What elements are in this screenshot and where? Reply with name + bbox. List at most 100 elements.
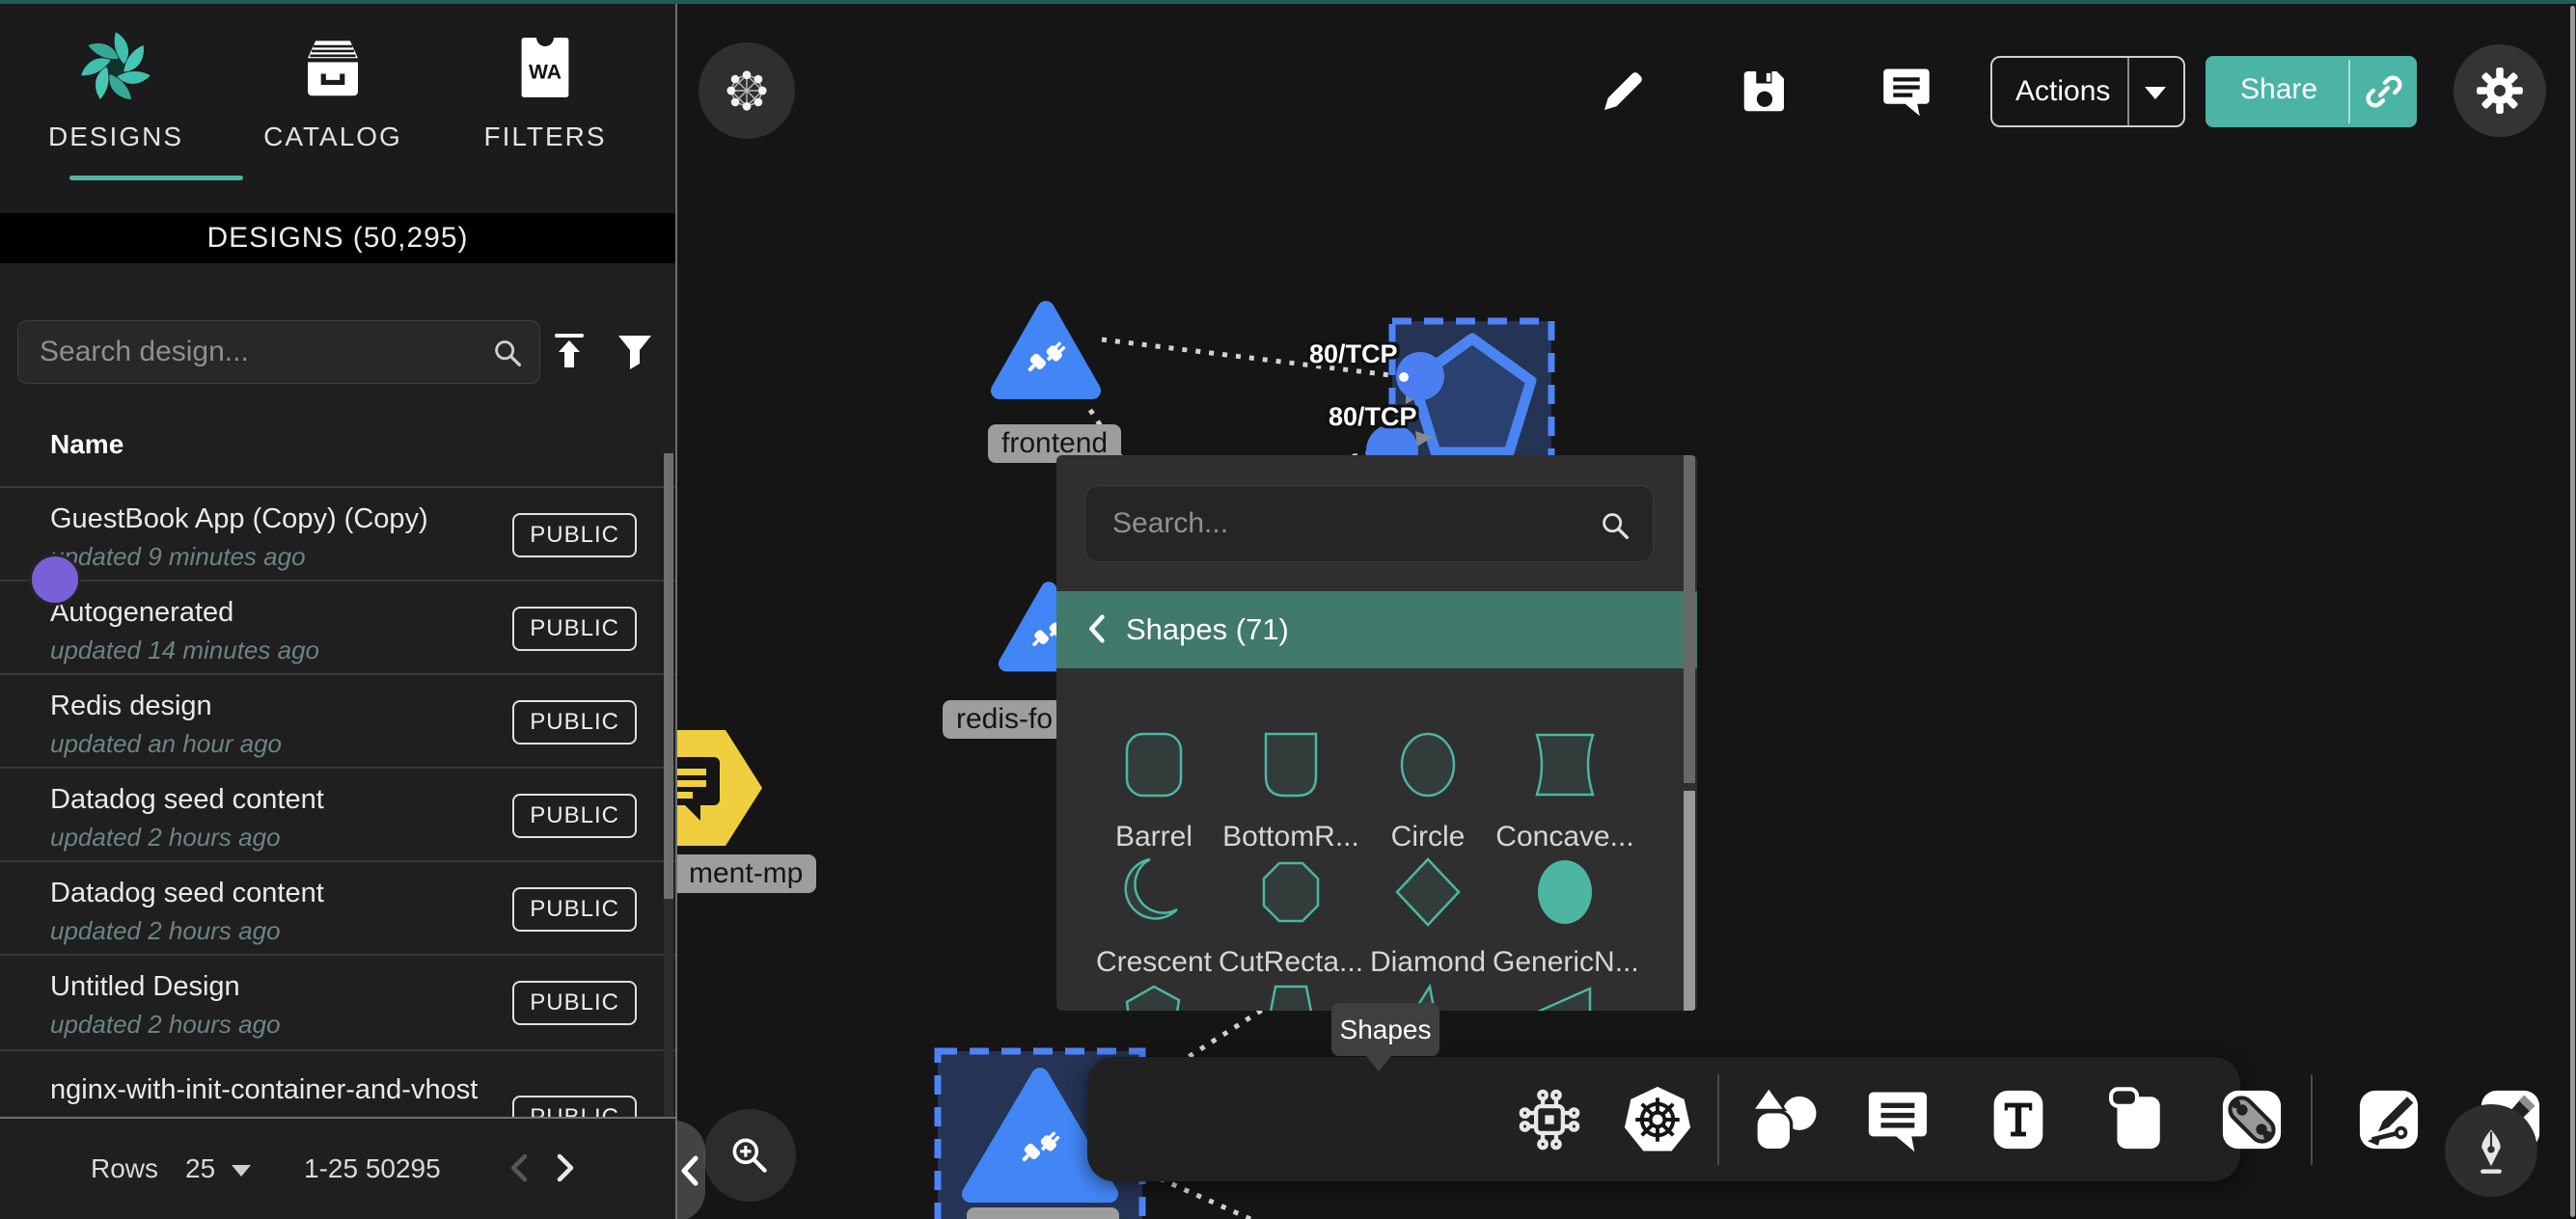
save-icon[interactable] [1736,62,1794,120]
back-chevron-icon[interactable] [1080,610,1116,647]
zoom-in-icon [726,1131,774,1179]
design-name: GuestBook App (Copy) (Copy) [50,503,428,535]
filter-funnel-icon[interactable] [612,328,658,374]
node-frontend-triangle[interactable] [986,292,1106,415]
shape-diamond-icon[interactable] [1387,852,1468,933]
share-divider [2348,60,2350,123]
shape-clipped-icon[interactable] [1524,979,1605,1011]
dock-text-button[interactable] [1980,1077,2057,1162]
visibility-badge: PUBLIC [512,700,637,745]
design-row[interactable]: Datadog seed content updated 2 hours ago… [0,767,675,860]
dock-pen-tool-button[interactable] [2350,1077,2427,1162]
visualize-mode-button[interactable] [699,42,795,139]
grid-scrollbar-thumb[interactable] [1684,791,1695,1011]
design-row[interactable]: Redis design updated an hour ago PUBLIC [0,673,675,767]
design-name: nginx-with-init-container-and-vhost [50,1074,478,1106]
shape-label: Barrel [1082,821,1226,853]
design-row[interactable]: Untitled Design updated 2 hours ago PUBL… [0,954,675,1049]
share-button[interactable]: Share [2206,56,2417,127]
actions-caret-icon[interactable] [2145,87,2166,99]
design-row[interactable]: GuestBook App (Copy) (Copy) updated 9 mi… [0,486,675,580]
edit-pencil-icon[interactable] [1595,62,1653,120]
sidebar-tabstrip: DESIGNS CATALOG WA FILTERS [0,0,675,213]
design-canvas[interactable]: frontend redis-fo ment-mp 80/TCP 80/ [675,0,2576,1219]
panel-scrollbar-thumb[interactable] [1684,455,1695,783]
shapes-panel: Shapes (71) Barrel BottomR... Circle Con… [1056,455,1697,1011]
dock-divider [2311,1074,2313,1165]
edge-label: 80/TCP [1309,339,1398,369]
design-pen-button[interactable] [2445,1104,2537,1197]
shape-barrel-icon[interactable] [1113,724,1194,805]
tooltip-text: Shapes [1340,1015,1432,1044]
visibility-badge: PUBLIC [512,1096,637,1117]
sidebar-title: DESIGNS (50,295) [0,213,675,263]
collapse-sidebar-button[interactable] [675,1121,705,1219]
tab-filters-label: FILTERS [468,122,622,152]
shape-concave-icon[interactable] [1524,724,1605,805]
tab-filters[interactable]: WA FILTERS [468,27,622,181]
shape-cutrectangle-icon[interactable] [1250,852,1331,933]
rows-per-page-caret-icon[interactable] [232,1165,251,1177]
dock-kubernetes-button[interactable] [1619,1077,1696,1162]
visibility-badge: PUBLIC [512,981,637,1025]
shapes-search-input[interactable] [1112,486,1595,561]
pagination-bar: Rows 25 1-25 50295 [0,1117,675,1219]
card-note-icon [2100,1083,2174,1156]
shape-bottomround-icon[interactable] [1250,724,1331,805]
rows-per-page-label: Rows [91,1153,158,1184]
settings-button[interactable] [2453,44,2546,137]
node-comment-arrow[interactable] [675,726,764,850]
shape-clipped-icon[interactable] [1250,979,1331,1011]
design-row[interactable]: nginx-with-init-container-and-vhost PUBL… [0,1049,675,1117]
design-updated: updated 2 hours ago [50,916,281,946]
dock-shapes-button[interactable] [1746,1077,1823,1162]
comment-icon[interactable] [1877,62,1935,120]
actions-button[interactable]: Actions [1990,56,2185,127]
import-design-icon[interactable] [546,328,592,374]
dock-divider [1717,1074,1719,1165]
actions-divider [2127,58,2129,125]
visibility-badge: PUBLIC [512,607,637,651]
shapes-tooltip: Shapes [1331,1003,1439,1056]
dock-comment-button[interactable] [1859,1077,1936,1162]
edge-label: 80/TCP [1329,402,1417,432]
tab-designs-label: DESIGNS [39,122,193,152]
next-page-icon[interactable] [546,1150,583,1186]
share-link-icon[interactable] [2362,69,2406,114]
zoom-in-button[interactable] [703,1109,796,1202]
page-scrollbar[interactable] [2570,6,2575,1217]
design-row[interactable]: Autogenerated updated 14 minutes ago PUB… [0,580,675,673]
tab-designs[interactable]: DESIGNS [39,27,193,181]
design-updated: updated an hour ago [50,729,282,759]
meshery-spiral-icon [75,27,156,108]
design-name: Redis design [50,691,212,722]
shape-circle-icon[interactable] [1387,724,1468,805]
shape-label: Diamond [1356,946,1500,979]
rows-per-page-select[interactable]: 25 [185,1153,215,1184]
design-search-input[interactable] [40,321,493,383]
dock-note-button[interactable] [2098,1077,2176,1162]
sidebar-scrollbar-thumb[interactable] [664,453,673,899]
shape-genericnode-icon[interactable] [1524,852,1605,933]
visibility-badge: PUBLIC [512,513,637,557]
search-icon [1597,507,1633,544]
shape-clipped-icon[interactable] [1113,979,1194,1011]
shapes-category-header[interactable]: Shapes (71) [1056,591,1697,668]
column-header-name: Name [50,429,123,460]
design-row[interactable]: Datadog seed content updated 2 hours ago… [0,860,675,954]
dock-components-button[interactable] [1511,1077,1588,1162]
component-chip-icon [1514,1084,1585,1155]
dock-link-button[interactable] [2213,1077,2290,1162]
pagination-range: 1-25 50295 [304,1153,441,1184]
edge-bottom-node-down[interactable] [1160,1178,1268,1219]
share-label: Share [2240,73,2317,106]
tab-catalog[interactable]: CATALOG [256,27,410,181]
node-label-comment: ment-mp [675,854,816,893]
actions-label: Actions [2015,75,2110,108]
dock-toolbar [1087,1057,2240,1181]
design-updated: updated 2 hours ago [50,1010,281,1040]
prev-page-icon[interactable] [502,1150,538,1186]
comment-icon [1861,1083,1934,1156]
shape-crescent-icon[interactable] [1113,852,1194,933]
shape-label: CutRecta... [1219,946,1363,979]
